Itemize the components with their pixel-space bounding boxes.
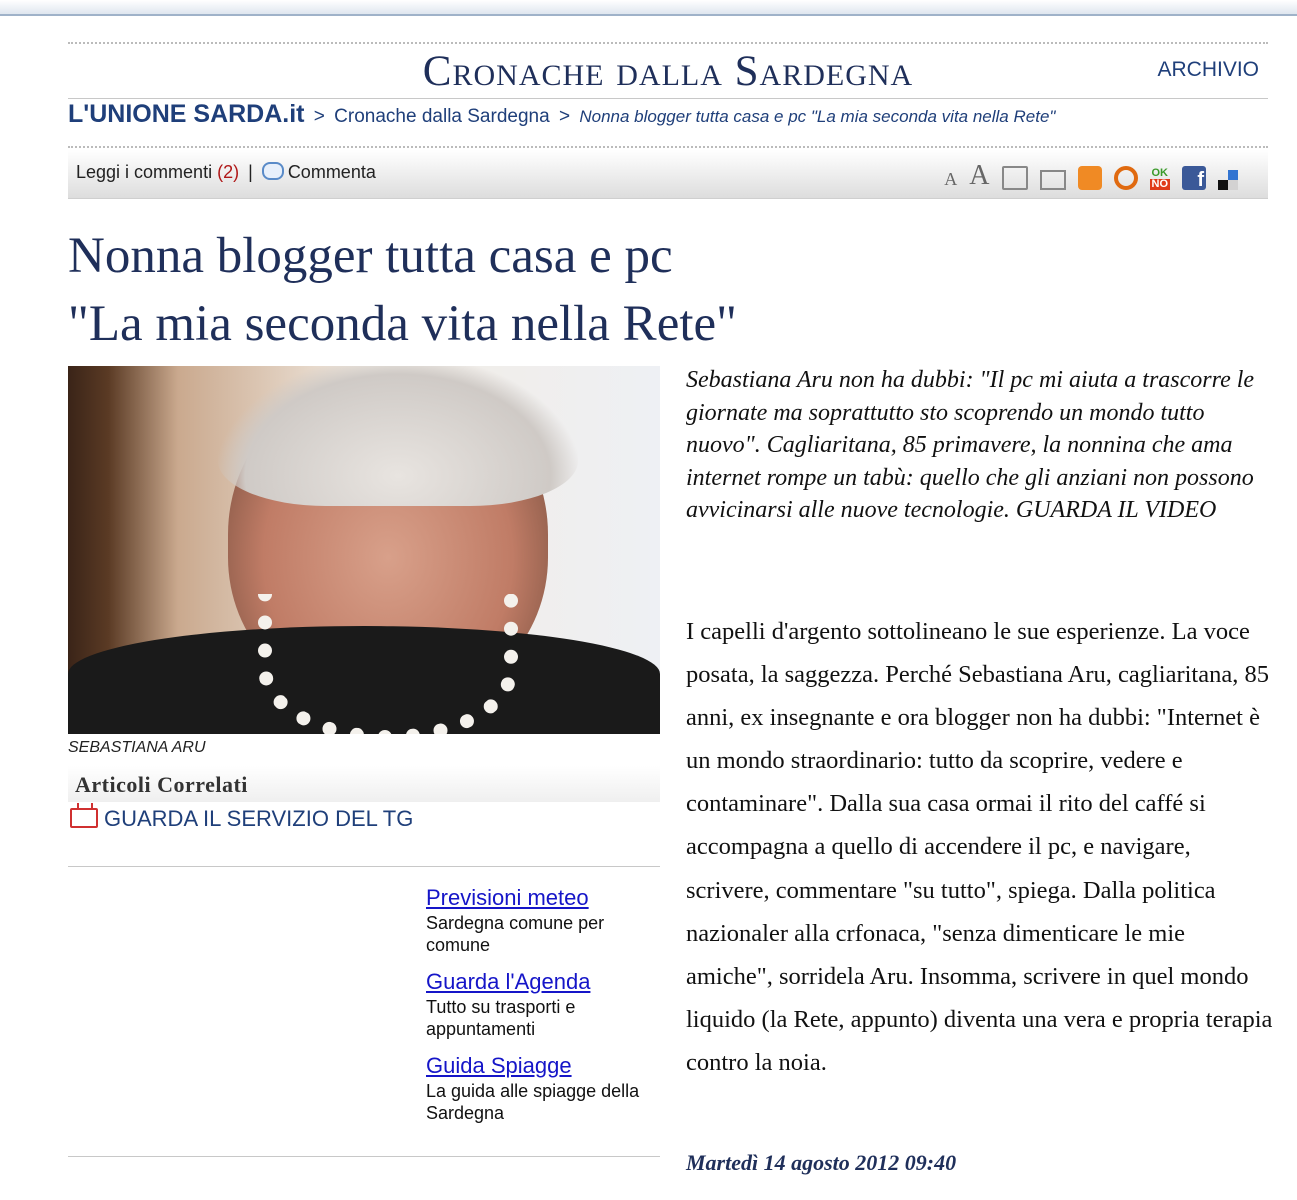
weather-desc: Sardegna comune per comune bbox=[426, 913, 605, 955]
okno-no-label: NO bbox=[1149, 178, 1170, 190]
breadcrumb-separator: > bbox=[313, 106, 325, 127]
breadcrumb: L'UNIONE SARDA.it > Cronache dalla Sarde… bbox=[68, 100, 1055, 129]
article-body: I capelli d'argento sottolineano le sue … bbox=[686, 618, 1273, 1076]
headline-line-2: "La mia seconda vita nella Rete" bbox=[68, 296, 737, 352]
services-box: Previsioni meteo Sardegna comune per com… bbox=[426, 884, 666, 1136]
font-decrease-icon[interactable]: A bbox=[944, 169, 957, 190]
photo-necklace bbox=[258, 594, 518, 734]
read-comments-link[interactable]: Leggi i commenti bbox=[76, 162, 212, 182]
article-headline: Nonna blogger tutta casa e pc "La mia se… bbox=[68, 222, 737, 358]
comments-bar: Leggi i commenti (2) | Commenta bbox=[76, 162, 376, 183]
delicious-icon[interactable] bbox=[1218, 170, 1238, 190]
service-item: Guida Spiagge La guida alle spiagge dell… bbox=[426, 1052, 666, 1124]
agenda-desc: Tutto su trasporti e appuntamenti bbox=[426, 997, 576, 1039]
section-title: Cronache dalla Sardegna bbox=[422, 48, 914, 95]
breadcrumb-separator: > bbox=[558, 106, 571, 127]
top-dotted-divider bbox=[68, 42, 1268, 44]
rss-icon[interactable] bbox=[1077, 166, 1102, 190]
feed-icon[interactable] bbox=[1113, 166, 1138, 190]
breadcrumb-current: Nonna blogger tutta casa e pc "La mia se… bbox=[579, 107, 1056, 126]
tool-icons: A A OK NO f bbox=[944, 158, 1238, 191]
browser-top-strip bbox=[0, 0, 1297, 16]
font-increase-icon[interactable]: A bbox=[969, 162, 989, 190]
article-dateline: Martedì 14 agosto 2012 09:40 bbox=[686, 1150, 957, 1175]
left-bottom-divider bbox=[68, 1156, 660, 1157]
related-tg-label: GUARDA IL SERVIZIO DEL TG bbox=[104, 806, 414, 831]
article-photo bbox=[68, 366, 660, 734]
breadcrumb-section-link[interactable]: Cronache dalla Sardegna bbox=[334, 106, 550, 127]
beaches-link[interactable]: Guida Spiagge bbox=[426, 1052, 666, 1080]
facebook-icon[interactable]: f bbox=[1182, 166, 1206, 191]
comment-link[interactable]: Commenta bbox=[288, 162, 376, 182]
weather-link[interactable]: Previsioni meteo bbox=[426, 884, 666, 912]
toolbar-pipe: | bbox=[248, 162, 253, 182]
left-divider bbox=[68, 866, 660, 867]
print-icon[interactable] bbox=[1001, 166, 1028, 190]
article-summary: Sebastiana Aru non ha dubbi: "Il pc mi a… bbox=[686, 367, 1255, 523]
breadcrumb-brand-link[interactable]: L'UNIONE SARDA.it bbox=[68, 100, 305, 128]
okno-icon[interactable]: OK NO bbox=[1149, 168, 1170, 190]
agenda-link[interactable]: Guarda l'Agenda bbox=[426, 968, 666, 996]
comment-count[interactable]: (2) bbox=[217, 162, 239, 182]
service-item: Previsioni meteo Sardegna comune per com… bbox=[426, 884, 666, 956]
related-title: Articoli Correlati bbox=[75, 772, 248, 797]
article-toolbar: Leggi i commenti (2) | Commenta A A OK N… bbox=[68, 150, 1268, 199]
service-item: Guarda l'Agenda Tutto su trasporti e app… bbox=[426, 968, 666, 1040]
related-articles: Articoli Correlati GUARDA IL SERVIZIO DE… bbox=[68, 766, 660, 866]
archive-link[interactable]: ARCHIVIO bbox=[1157, 58, 1259, 82]
related-tg-link[interactable]: GUARDA IL SERVIZIO DEL TG bbox=[70, 806, 413, 832]
photo-caption: SEBASTIANA ARU bbox=[68, 739, 206, 756]
tv-icon bbox=[70, 808, 98, 828]
photo-hair bbox=[218, 366, 578, 506]
header-divider bbox=[68, 98, 1268, 99]
headline-line-1: Nonna blogger tutta casa e pc bbox=[68, 228, 673, 284]
beaches-desc: La guida alle spiagge della Sardegna bbox=[426, 1081, 640, 1123]
comment-bubble-icon bbox=[261, 162, 284, 180]
breadcrumb-dotted-divider bbox=[68, 146, 1268, 148]
mail-icon[interactable] bbox=[1039, 170, 1066, 190]
